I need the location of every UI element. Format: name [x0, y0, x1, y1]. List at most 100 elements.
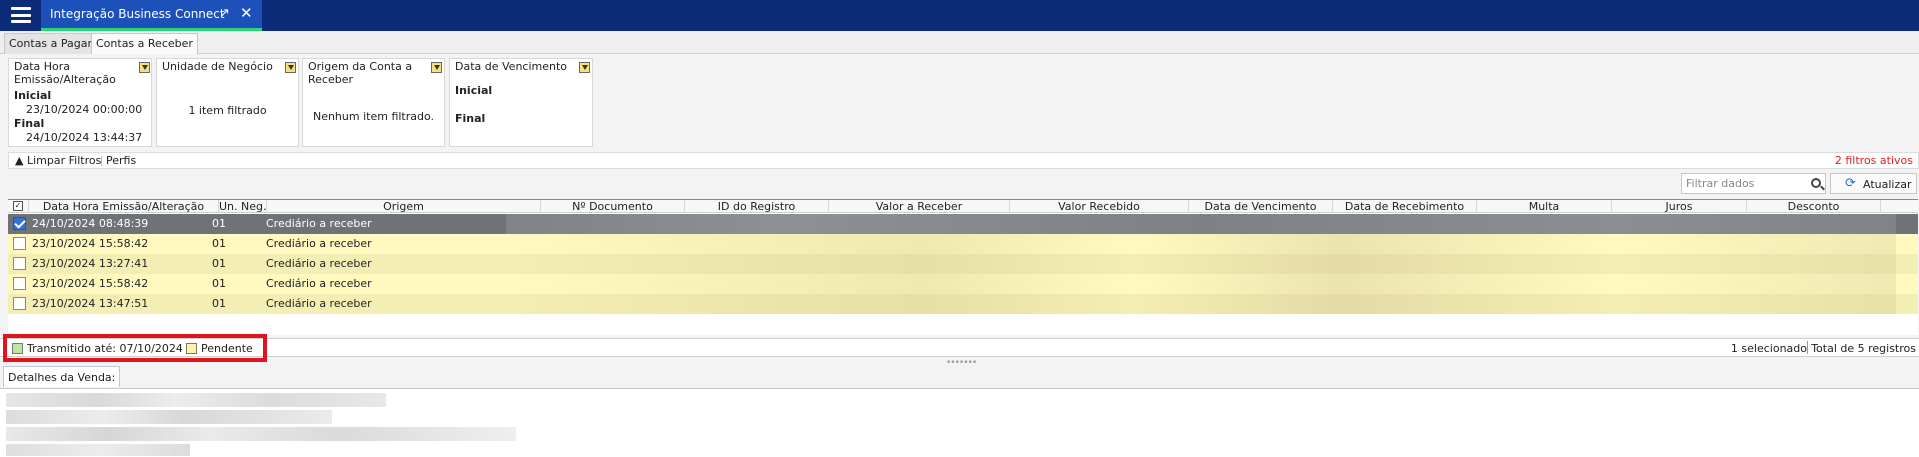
clear-filters-button[interactable]: ▲ Limpar Filtros	[15, 154, 101, 167]
separator	[1807, 341, 1808, 354]
tab-detalhes-da-venda[interactable]: Detalhes da Venda:	[3, 366, 121, 387]
row-checkbox[interactable]	[13, 237, 26, 250]
refresh-button[interactable]: ⟳ Atualizar	[1830, 173, 1917, 194]
col-header[interactable]: Multa	[1477, 200, 1612, 213]
details-panel	[0, 388, 1919, 457]
collapse-icon: ▲	[15, 154, 27, 167]
table-row[interactable]: 24/10/2024 08:48:39 01 Crediário a receb…	[8, 214, 1918, 234]
search-placeholder: Filtrar dados	[1686, 177, 1755, 190]
redacted-cells	[506, 234, 1896, 254]
popout-icon[interactable]: ↗	[219, 6, 230, 21]
total-records: Total de 5 registros	[1811, 342, 1916, 355]
col-header[interactable]: Data Hora Emissão/Alteração	[29, 200, 219, 213]
row-checkbox[interactable]	[13, 277, 26, 290]
cell-origem: Crediário a receber	[266, 217, 372, 230]
select-all-checkbox[interactable]: ✓	[13, 201, 23, 211]
filter-card-title: Data de Vencimento	[455, 60, 568, 73]
highlight-box	[3, 334, 267, 362]
row-checkbox[interactable]	[13, 217, 26, 230]
col-header[interactable]: Origem	[267, 200, 541, 213]
filter-icon[interactable]	[139, 62, 150, 73]
cell-data-hora: 23/10/2024 15:58:42	[32, 237, 149, 250]
subtabs-bar: Contas a Pagar Contas a Receber	[0, 31, 1919, 54]
active-filters-count: 2 filtros ativos	[1834, 154, 1913, 167]
cell-origem: Crediário a receber	[266, 277, 372, 290]
cell-un-neg: 01	[212, 277, 226, 290]
redacted-text	[6, 444, 190, 456]
search-input[interactable]: Filtrar dados	[1681, 173, 1826, 194]
table-header: ✓ Data Hora Emissão/Alteração Un. Neg. O…	[8, 200, 1918, 213]
selected-count: 1 selecionado	[1730, 342, 1807, 355]
filter-card-unidade[interactable]: Unidade de Negócio 1 item filtrado	[156, 58, 299, 147]
redacted-cells	[506, 254, 1896, 274]
tab-contas-a-receber[interactable]: Contas a Receber	[91, 33, 198, 54]
table-row[interactable]: 23/10/2024 13:47:51 01 Crediário a receb…	[8, 294, 1918, 314]
col-header[interactable]: Nº Documento	[541, 200, 685, 213]
col-header[interactable]: Juros	[1612, 200, 1747, 213]
cell-data-hora: 24/10/2024 08:48:39	[32, 217, 149, 230]
col-header[interactable]: ID do Registro	[685, 200, 829, 213]
app-tab[interactable]: Integração Business Connect ↗ ✕	[41, 0, 262, 31]
final-value: 24/10/2024 13:44:37	[26, 131, 143, 144]
filter-icon[interactable]	[285, 62, 296, 73]
final-label: Final	[455, 112, 486, 125]
clear-filters-label: Limpar Filtros	[26, 154, 102, 167]
redacted-text	[6, 393, 386, 407]
filter-status: 1 item filtrado	[188, 104, 267, 117]
redacted-cells	[506, 274, 1896, 294]
col-header[interactable]: Data de Recebimento	[1333, 200, 1477, 213]
search-icon[interactable]	[1811, 178, 1821, 188]
table-row[interactable]: 23/10/2024 13:27:41 01 Crediário a receb…	[8, 254, 1918, 274]
redacted-cells	[506, 214, 1896, 234]
redacted-text	[6, 427, 516, 441]
filter-card-emissao[interactable]: Data Hora Emissão/Alteração Inicial 23/1…	[8, 58, 152, 147]
filter-status: Nenhum item filtrado.	[312, 110, 435, 123]
redacted-text	[6, 410, 332, 424]
records-table: ✓ Data Hora Emissão/Alteração Un. Neg. O…	[8, 199, 1918, 335]
col-header[interactable]: Valor Recebido	[1010, 200, 1189, 213]
table-row[interactable]: 23/10/2024 15:58:42 01 Crediário a receb…	[8, 274, 1918, 294]
tab-contas-a-pagar[interactable]: Contas a Pagar	[4, 33, 98, 54]
filter-card-title: Unidade de Negócio	[162, 60, 273, 73]
col-header[interactable]: Data de Vencimento	[1189, 200, 1333, 213]
inicial-value: 23/10/2024 00:00:00	[26, 103, 143, 116]
row-checkbox[interactable]	[13, 257, 26, 270]
filter-icon[interactable]	[431, 62, 442, 73]
table-row[interactable]: 23/10/2024 15:58:42 01 Crediário a receb…	[8, 234, 1918, 254]
cell-data-hora: 23/10/2024 15:58:42	[32, 277, 149, 290]
row-checkbox[interactable]	[13, 297, 26, 310]
filter-card-origem[interactable]: Origem da Conta a Receber Nenhum item fi…	[302, 58, 445, 147]
cell-origem: Crediário a receber	[266, 257, 372, 270]
filter-icon[interactable]	[579, 62, 590, 73]
final-label: Final	[14, 117, 45, 130]
select-all-cell: ✓	[8, 200, 29, 213]
cell-data-hora: 23/10/2024 13:27:41	[32, 257, 149, 270]
close-icon[interactable]: ✕	[240, 4, 253, 22]
title-bar: Integração Business Connect ↗ ✕	[0, 0, 1919, 31]
refresh-icon: ⟳	[1845, 176, 1856, 191]
cell-un-neg: 01	[212, 257, 226, 270]
cell-data-hora: 23/10/2024 13:47:51	[32, 297, 149, 310]
filter-card-vencimento[interactable]: Data de Vencimento Inicial Final	[449, 58, 593, 147]
inicial-label: Inicial	[455, 84, 493, 97]
col-header[interactable]: Desconto	[1747, 200, 1881, 213]
splitter-handle[interactable]: •••••••	[946, 358, 977, 368]
col-header[interactable]: Valor a Receber	[829, 200, 1010, 213]
filter-card-title: Data Hora Emissão/Alteração	[14, 60, 116, 86]
cell-un-neg: 01	[212, 237, 226, 250]
col-header[interactable]: Un. Neg.	[219, 200, 267, 213]
cell-un-neg: 01	[212, 297, 226, 310]
separator	[101, 156, 102, 166]
cell-origem: Crediário a receber	[266, 297, 372, 310]
inicial-label: Inicial	[14, 89, 52, 102]
redacted-cells	[506, 294, 1896, 314]
cell-origem: Crediário a receber	[266, 237, 372, 250]
cell-un-neg: 01	[212, 217, 226, 230]
hamburger-menu-icon[interactable]	[6, 4, 36, 26]
filter-actions-bar: ▲ Limpar Filtros Perfis 2 filtros ativos	[8, 152, 1919, 169]
refresh-label: Atualizar	[1863, 178, 1912, 191]
app-tab-title: Integração Business Connect	[50, 7, 225, 21]
profiles-button[interactable]: Perfis	[106, 154, 136, 167]
filter-card-title: Origem da Conta a Receber	[308, 60, 413, 86]
status-bar	[0, 338, 1919, 357]
